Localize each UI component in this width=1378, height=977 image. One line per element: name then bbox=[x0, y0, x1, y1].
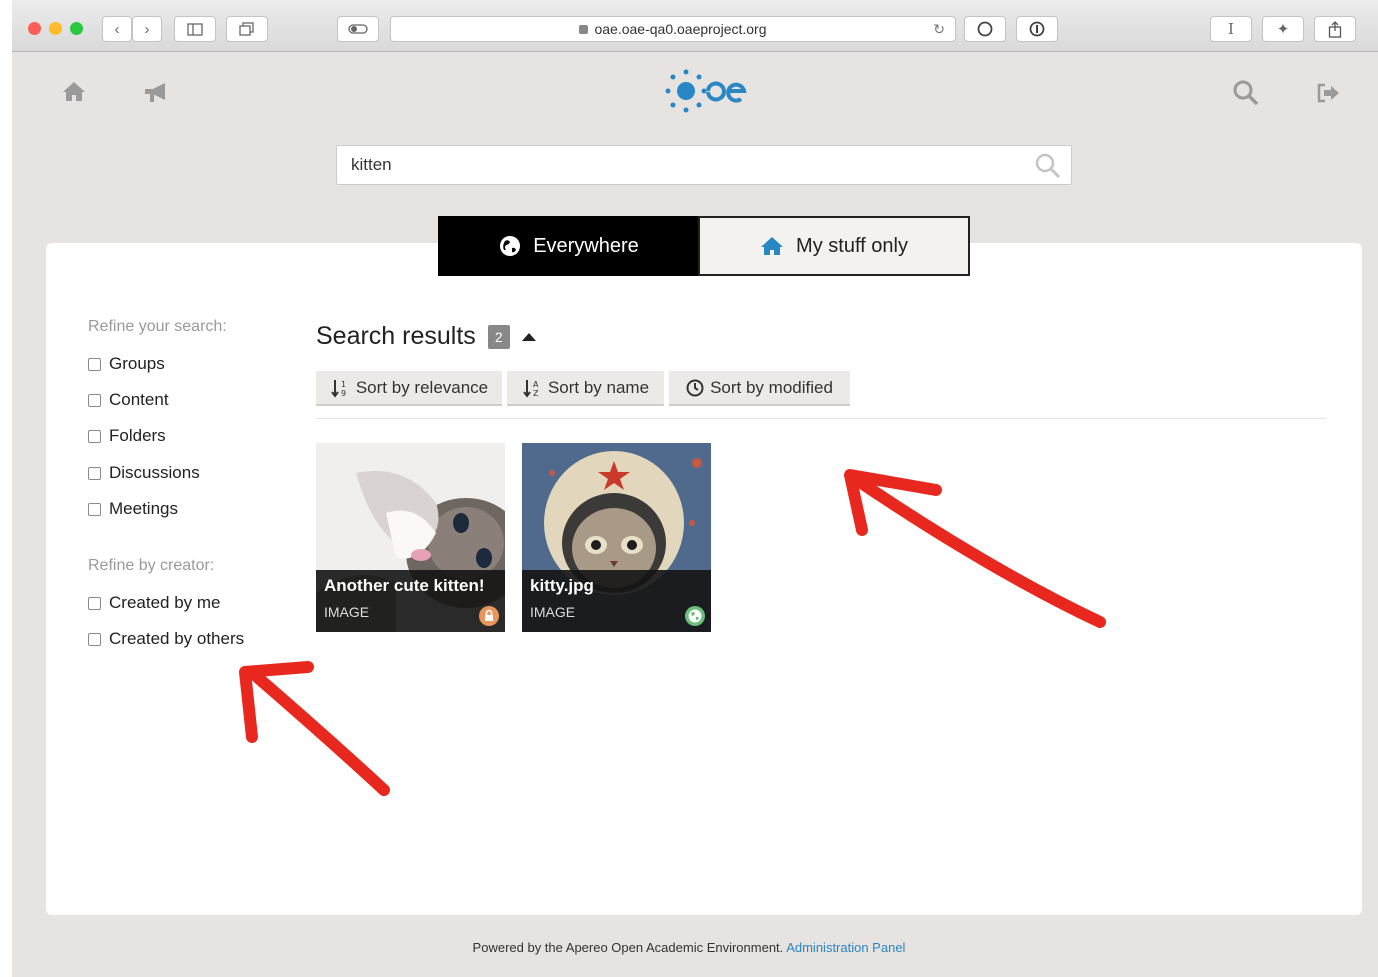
filter-label: Discussions bbox=[109, 463, 200, 482]
close-window-button[interactable] bbox=[28, 22, 41, 35]
tile-caption: kitty.jpg IMAGE bbox=[522, 570, 711, 632]
search-icon[interactable] bbox=[1233, 80, 1259, 113]
results-heading: Search results 2 bbox=[316, 322, 536, 351]
filter-label: Created by me bbox=[109, 593, 221, 612]
oae-logo[interactable] bbox=[664, 66, 748, 116]
svg-text:9: 9 bbox=[341, 389, 346, 398]
megaphone-icon[interactable] bbox=[143, 80, 171, 111]
footer-text: Powered by the Apereo Open Academic Envi… bbox=[472, 940, 784, 955]
sort-modified-button[interactable]: Sort by modified bbox=[669, 371, 850, 406]
filter-groups[interactable]: Groups bbox=[88, 354, 165, 374]
search-icon[interactable] bbox=[1035, 153, 1061, 179]
sort-relevance-label: Sort by relevance bbox=[355, 377, 489, 397]
refine-creator-title: Refine by creator: bbox=[88, 557, 215, 574]
filter-meetings[interactable]: Meetings bbox=[88, 499, 178, 519]
ring-icon bbox=[977, 21, 993, 37]
svg-text:A: A bbox=[533, 380, 539, 389]
scope-mine-label: My stuff only bbox=[796, 234, 908, 257]
footer: Powered by the Apereo Open Academic Envi… bbox=[0, 940, 1378, 955]
scope-mine-button[interactable]: My stuff only bbox=[698, 216, 970, 276]
checkbox[interactable] bbox=[88, 466, 101, 480]
sidebar-button[interactable] bbox=[174, 16, 216, 42]
share-icon bbox=[1328, 20, 1342, 38]
window-edge bbox=[0, 0, 12, 977]
filter-label: Groups bbox=[109, 354, 165, 373]
result-tile[interactable]: Another cute kitten! IMAGE bbox=[316, 443, 505, 632]
checkbox[interactable] bbox=[88, 357, 101, 371]
filter-folders[interactable]: Folders bbox=[88, 426, 166, 446]
tile-type: IMAGE bbox=[530, 604, 576, 620]
checkbox[interactable] bbox=[88, 632, 101, 646]
text-cursor-icon: I bbox=[1228, 20, 1234, 38]
tabs-icon bbox=[239, 22, 254, 36]
tile-title[interactable]: Another cute kitten! bbox=[324, 576, 497, 596]
pin-icon: ✦ bbox=[1276, 21, 1290, 38]
checkbox[interactable] bbox=[88, 596, 101, 610]
sort-alpha-icon: AZ bbox=[522, 378, 542, 398]
sidebar-icon bbox=[187, 22, 203, 36]
clock-icon bbox=[686, 379, 704, 397]
tabs-overview-button[interactable] bbox=[226, 16, 268, 42]
back-button[interactable]: ‹ bbox=[102, 16, 132, 42]
refine-search-title: Refine your search: bbox=[88, 318, 227, 335]
svg-text:Z: Z bbox=[533, 389, 539, 398]
toggle-icon bbox=[348, 24, 368, 34]
tile-title[interactable]: kitty.jpg bbox=[530, 576, 703, 596]
password-extension-button[interactable] bbox=[1016, 16, 1058, 42]
reader-toggle-button[interactable] bbox=[337, 16, 379, 42]
scope-everywhere-button[interactable]: Everywhere bbox=[438, 216, 700, 276]
forward-button[interactable]: › bbox=[132, 16, 162, 42]
sort-numeric-icon: 19 bbox=[330, 378, 350, 398]
chevron-right-icon: › bbox=[144, 20, 150, 38]
opera-extension-button[interactable] bbox=[964, 16, 1006, 42]
filter-created-by-me[interactable]: Created by me bbox=[88, 593, 221, 613]
filter-label: Meetings bbox=[109, 499, 178, 518]
search-field[interactable] bbox=[336, 145, 1072, 185]
filter-discussions[interactable]: Discussions bbox=[88, 463, 200, 483]
svg-text:1: 1 bbox=[341, 380, 346, 389]
tile-caption: Another cute kitten! IMAGE bbox=[316, 570, 505, 632]
globe-icon bbox=[685, 606, 705, 626]
text-cursor-extension-button[interactable]: I bbox=[1210, 16, 1252, 42]
admin-panel-link[interactable]: Administration Panel bbox=[786, 940, 905, 955]
sort-name-button[interactable]: AZ Sort by name bbox=[507, 371, 664, 406]
chevron-left-icon: ‹ bbox=[114, 20, 120, 38]
results-divider bbox=[316, 418, 1326, 419]
share-button[interactable] bbox=[1314, 16, 1356, 42]
filter-label: Content bbox=[109, 390, 169, 409]
sort-modified-label: Sort by modified bbox=[710, 377, 833, 397]
checkbox[interactable] bbox=[88, 393, 101, 407]
caret-up-icon[interactable] bbox=[521, 332, 536, 341]
result-tile[interactable]: kitty.jpg IMAGE bbox=[522, 443, 711, 632]
address-bar[interactable]: oae.oae-qa0.oaeproject.org ↻ bbox=[390, 16, 956, 42]
minimize-window-button[interactable] bbox=[49, 22, 62, 35]
reload-icon[interactable]: ↻ bbox=[933, 21, 945, 38]
results-title: Search results bbox=[316, 322, 476, 350]
results-count-badge: 2 bbox=[487, 324, 510, 349]
sort-relevance-button[interactable]: 19 Sort by relevance bbox=[316, 371, 502, 406]
zoom-window-button[interactable] bbox=[70, 22, 83, 35]
password-icon bbox=[1029, 21, 1045, 37]
filter-created-by-others[interactable]: Created by others bbox=[88, 629, 244, 649]
scope-everywhere-label: Everywhere bbox=[533, 234, 639, 257]
tile-type: IMAGE bbox=[324, 604, 370, 620]
checkbox[interactable] bbox=[88, 429, 101, 443]
lock-icon bbox=[579, 24, 589, 34]
checkbox[interactable] bbox=[88, 502, 101, 516]
browser-toolbar: ‹ › oae.oae-qa0.oaeproject.org ↻ I ✦ bbox=[12, 0, 1378, 52]
filter-label: Created by others bbox=[109, 629, 245, 648]
home-icon[interactable] bbox=[62, 80, 86, 109]
filter-label: Folders bbox=[109, 426, 166, 445]
globe-icon bbox=[499, 235, 521, 257]
sign-out-icon[interactable] bbox=[1316, 82, 1340, 110]
filter-content[interactable]: Content bbox=[88, 390, 169, 410]
search-input[interactable] bbox=[337, 146, 1017, 184]
lock-icon bbox=[479, 606, 499, 626]
pin-button[interactable]: ✦ bbox=[1262, 16, 1304, 42]
sort-name-label: Sort by name bbox=[547, 377, 650, 397]
address-url: oae.oae-qa0.oaeproject.org bbox=[594, 21, 767, 37]
home-icon bbox=[760, 236, 784, 256]
